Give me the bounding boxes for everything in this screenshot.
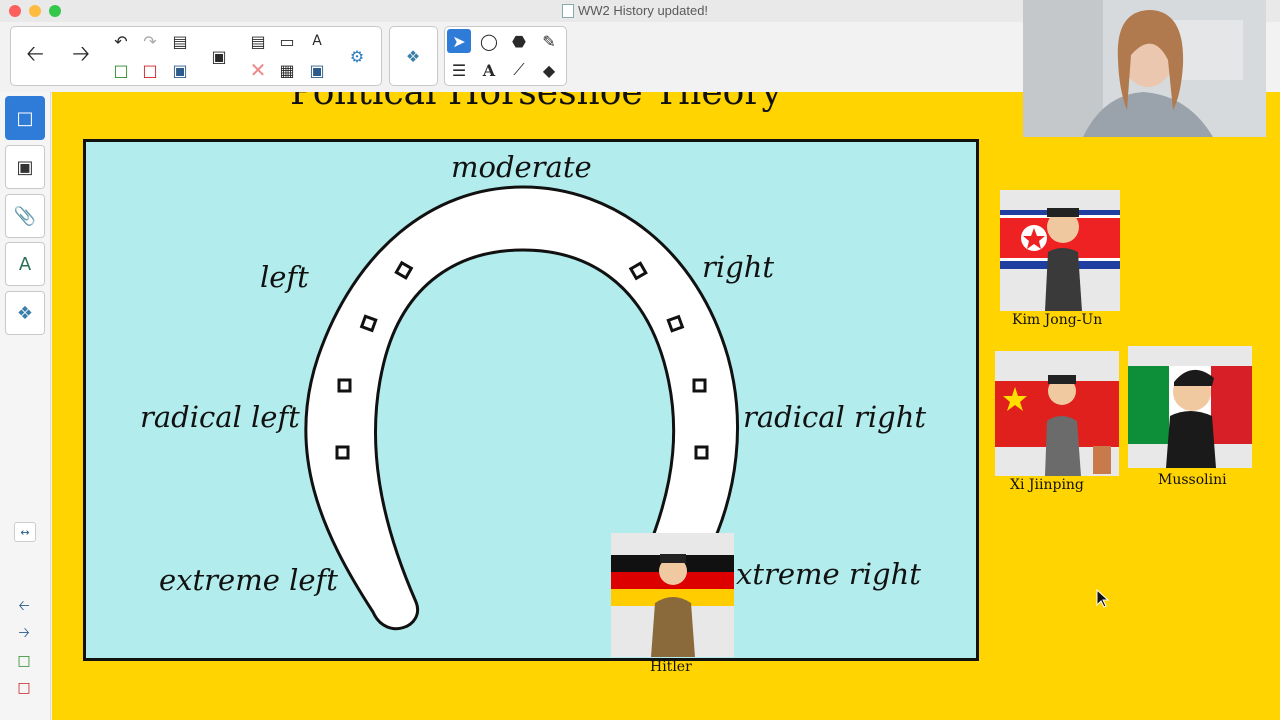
minimize-window-button[interactable]	[29, 5, 41, 17]
gallery-icon[interactable]: ▣	[5, 145, 45, 189]
table-icon[interactable]: ▦	[275, 58, 299, 82]
close-window-button[interactable]	[9, 5, 21, 17]
label-left: left	[260, 260, 309, 294]
new-page-icon[interactable]: □	[109, 58, 133, 82]
forward-arrow-icon[interactable]: 🡢	[69, 42, 93, 68]
attachments-icon[interactable]: 📎	[5, 194, 45, 238]
label-right: right	[702, 250, 775, 284]
slide-title: Political Horseshoe Theory	[290, 92, 782, 113]
shapes-icon[interactable]: ◯	[477, 29, 501, 53]
undo-icon[interactable]: ↶	[109, 29, 133, 53]
add-ons-icon[interactable]: ❖	[5, 291, 45, 335]
fill-icon[interactable]: ⬣	[507, 29, 531, 53]
caption-xi-jinping: Xi Jiinping	[1010, 477, 1084, 493]
webcam-overlay	[1023, 0, 1266, 137]
label-moderate: moderate	[451, 150, 592, 184]
delete-page-icon[interactable]: □	[138, 58, 162, 82]
maximize-window-button[interactable]	[49, 5, 61, 17]
add-on-icon[interactable]: ⚙	[345, 44, 369, 68]
next-page-icon[interactable]: 🡢	[14, 625, 34, 643]
add-page-icon[interactable]: □	[14, 652, 34, 670]
horseshoe-board[interactable]: moderate left right radical left radical…	[83, 139, 979, 661]
document-title: WW2 History updated!	[562, 3, 708, 18]
paste-icon[interactable]: ▤	[246, 29, 270, 53]
eraser-icon[interactable]: ◆	[537, 58, 561, 82]
text-icon[interactable]: A	[477, 58, 501, 82]
previous-page-icon[interactable]: 🡠	[14, 598, 34, 616]
line-icon[interactable]: ⟋	[507, 58, 531, 82]
remove-page-icon[interactable]: □	[14, 679, 34, 697]
redo-icon[interactable]: ↷	[138, 29, 162, 53]
expand-sidebar-icon[interactable]: ↔	[14, 522, 36, 542]
screen-capture-icon[interactable]: ▣	[305, 58, 329, 82]
select-icon[interactable]: ➤	[447, 29, 471, 53]
toolbar-group-tools: ➤ ◯ ⬣ ✎ ☰ A ⟋ ◆	[444, 26, 567, 86]
leader-photo-hitler[interactable]	[611, 533, 734, 657]
display-icon[interactable]: ▭	[275, 29, 299, 53]
caption-kim-jong-un: Kim Jong-Un	[1012, 312, 1103, 328]
font-tool-icon[interactable]: A	[305, 29, 329, 53]
save-icon[interactable]: ▣	[168, 58, 192, 82]
left-sidebar: □ ▣ 📎 A ❖ ↔ 🡠 🡢 □ □	[0, 92, 51, 720]
screen-share-icon[interactable]: ▣	[207, 44, 231, 68]
label-extreme-left: extreme left	[159, 563, 338, 597]
label-extreme-right: xtreme right	[736, 557, 921, 591]
clipboard-icon[interactable]: ▤	[168, 29, 192, 53]
page-sorter-icon[interactable]: □	[5, 96, 45, 140]
document-icon	[562, 4, 574, 18]
measure-icon[interactable]: ☰	[447, 58, 471, 82]
label-radical-right: radical right	[743, 400, 927, 434]
toolbar-group-main: 🡠 🡢 ↶ ↷ ▤ □ □ ▣ ▣ ▤ ▭ A ✕ ▦ ▣ ⚙	[10, 26, 382, 86]
caption-mussolini: Mussolini	[1158, 472, 1227, 488]
toolbar-group-addons: ❖	[389, 26, 438, 86]
pen-icon[interactable]: ✎	[537, 29, 561, 53]
close-x-icon[interactable]: ✕	[246, 58, 270, 82]
slide-canvas[interactable]: Political Horseshoe Theory moderate left…	[52, 92, 1280, 720]
leader-photo-xi-jinping[interactable]	[995, 351, 1119, 476]
back-arrow-icon[interactable]: 🡠	[23, 42, 47, 68]
document-title-text: WW2 History updated!	[578, 3, 709, 18]
label-radical-left: radical left	[140, 400, 300, 434]
leader-photo-kim-jong-un[interactable]	[1000, 190, 1120, 311]
caption-hitler: Hitler	[650, 659, 692, 675]
mouse-cursor-icon	[1096, 589, 1110, 608]
leader-photo-mussolini[interactable]	[1128, 346, 1252, 468]
properties-icon[interactable]: A	[5, 242, 45, 286]
puzzle-icon[interactable]: ❖	[401, 44, 425, 68]
